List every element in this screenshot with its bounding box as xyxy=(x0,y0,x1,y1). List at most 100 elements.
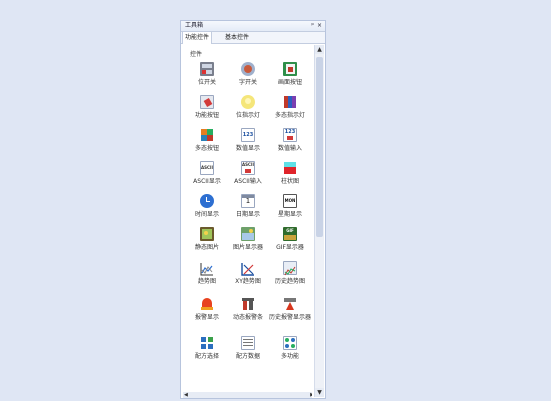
tool-recipe-data[interactable]: 配方数据 xyxy=(226,336,270,360)
alarm-bar-icon xyxy=(241,297,255,311)
history-trend-icon xyxy=(283,261,297,276)
tool-multistate-button[interactable]: 多态按钮 xyxy=(185,128,229,152)
tool-recipe-select[interactable]: 配方选择 xyxy=(185,336,229,360)
tool-multistate-lamp[interactable]: 多态指示灯 xyxy=(268,95,312,119)
weekday-text: MON xyxy=(284,198,296,203)
function-button-icon xyxy=(200,95,214,109)
tool-label: 静态图片 xyxy=(194,244,219,251)
tool-label: 图片显示器 xyxy=(232,244,263,251)
ascii-display-icon: ASCII xyxy=(200,161,214,175)
tool-numeric-input[interactable]: 123 数值输入 xyxy=(268,128,312,152)
numeric-text: 123 xyxy=(284,129,296,135)
tool-weekday-display[interactable]: MON 星期显示 xyxy=(268,194,312,218)
scrollbar-thumb[interactable] xyxy=(316,57,323,237)
tool-bit-lamp[interactable]: 位指示灯 xyxy=(226,95,270,119)
tab-basic-controls[interactable]: 基本控件 xyxy=(223,32,251,43)
tool-static-image[interactable]: 静态图片 xyxy=(185,227,229,251)
image-viewer-icon xyxy=(241,227,255,241)
tool-gif-viewer[interactable]: GIF GIF显示器 xyxy=(268,227,312,251)
tool-ascii-display[interactable]: ASCII ASCII显示 xyxy=(185,161,229,185)
tool-label: 画面按钮 xyxy=(277,79,302,86)
recipe-select-icon xyxy=(200,336,214,350)
alarm-display-icon xyxy=(200,297,214,311)
tool-xy-trend[interactable]: XY趋势图 xyxy=(226,261,270,285)
bit-switch-icon xyxy=(200,62,214,76)
tool-label: 日期显示 xyxy=(235,211,260,218)
bar-graph-icon xyxy=(283,161,297,175)
tool-label: 配方数据 xyxy=(235,353,260,360)
scroll-down-icon[interactable]: ▼ xyxy=(315,388,324,397)
tab-function-controls[interactable]: 功能控件 xyxy=(182,31,213,44)
tool-label: 多功能 xyxy=(280,353,299,360)
tool-label: ASCII输入 xyxy=(234,178,262,185)
xy-trend-icon xyxy=(241,261,255,276)
tool-label: 趋势图 xyxy=(197,278,216,285)
scroll-up-icon[interactable]: ▲ xyxy=(315,45,324,54)
clock-icon xyxy=(200,194,214,208)
static-image-icon xyxy=(200,227,214,241)
date-text: 1 xyxy=(245,197,251,205)
tool-label: 星期显示 xyxy=(277,211,302,218)
tool-label: 位开关 xyxy=(197,79,216,86)
tool-numeric-display[interactable]: 123 数值显示 xyxy=(226,128,270,152)
tool-alarm-display[interactable]: 报警显示 xyxy=(185,297,229,321)
toolbox-panel: 工具箱 ᵖ × 功能控件 基本控件 控件 位开关 字开关 画面按钮 功能按钮 位… xyxy=(180,20,326,399)
group-header: 控件 xyxy=(190,51,203,58)
tool-history-alarm[interactable]: 历史报警显示器 xyxy=(268,297,312,321)
tool-label: 功能按钮 xyxy=(194,112,219,119)
horizontal-scrollbar[interactable]: ◀ ▶ xyxy=(183,392,312,398)
tool-label: 字开关 xyxy=(238,79,257,86)
tool-ascii-input[interactable]: ASCII ASCII输入 xyxy=(226,161,270,185)
ascii-text: ASCII xyxy=(201,165,213,170)
scroll-left-icon[interactable]: ◀ xyxy=(184,392,188,398)
tool-label: 多态按钮 xyxy=(194,145,219,152)
tool-image-viewer[interactable]: 图片显示器 xyxy=(226,227,270,251)
trend-chart-icon xyxy=(200,261,214,276)
scroll-right-icon[interactable]: ▶ xyxy=(310,392,312,398)
multistate-lamp-icon xyxy=(283,95,297,109)
gif-text: GIF xyxy=(286,228,294,233)
tool-label: 位指示灯 xyxy=(235,112,260,119)
weekday-icon: MON xyxy=(283,194,297,208)
word-switch-icon xyxy=(241,62,255,76)
numeric-text: 123 xyxy=(242,132,254,138)
numeric-display-icon: 123 xyxy=(241,128,255,142)
tool-label: 历史报警显示器 xyxy=(268,314,311,321)
toolbox-tabs: 功能控件 基本控件 xyxy=(181,31,325,44)
tool-word-switch[interactable]: 字开关 xyxy=(226,62,270,86)
tool-trend-chart[interactable]: 趋势图 xyxy=(185,261,229,285)
multifunction-icon xyxy=(283,336,297,350)
tool-time-display[interactable]: 时间显示 xyxy=(185,194,229,218)
tool-function-button[interactable]: 功能按钮 xyxy=(185,95,229,119)
tool-label: 历史趋势图 xyxy=(274,278,305,285)
history-alarm-icon xyxy=(283,297,297,311)
tool-date-display[interactable]: 1 日期显示 xyxy=(226,194,270,218)
tool-multifunction[interactable]: 多功能 xyxy=(268,336,312,360)
gif-viewer-icon: GIF xyxy=(283,227,297,241)
numeric-input-icon: 123 xyxy=(283,128,297,142)
multistate-button-icon xyxy=(200,128,214,142)
xy-trend-svg xyxy=(241,263,254,276)
tool-label: 数值显示 xyxy=(235,145,260,152)
tool-label: 数值输入 xyxy=(277,145,302,152)
tool-alarm-bar[interactable]: 动态报警条 xyxy=(226,297,270,321)
trend-chart-svg xyxy=(200,263,213,276)
tool-label: GIF显示器 xyxy=(276,244,304,251)
vertical-scrollbar[interactable]: ▲ ▼ xyxy=(314,45,324,397)
ascii-input-icon: ASCII xyxy=(241,161,255,175)
tool-label: 时间显示 xyxy=(194,211,219,218)
calendar-icon: 1 xyxy=(241,194,255,208)
screen-button-icon xyxy=(283,62,297,76)
tool-label: 动态报警条 xyxy=(232,314,263,321)
toolbox-content: 控件 位开关 字开关 画面按钮 功能按钮 位指示灯 多态指示灯 多态按钮 123… xyxy=(182,45,312,399)
tool-history-trend[interactable]: 历史趋势图 xyxy=(268,261,312,285)
close-icon[interactable]: × xyxy=(317,21,322,31)
tool-bar-graph[interactable]: 柱状图 xyxy=(268,161,312,185)
tool-label: XY趋势图 xyxy=(235,278,261,285)
pin-icon[interactable]: ᵖ xyxy=(311,21,314,31)
tool-label: 柱状图 xyxy=(280,178,299,185)
tool-screen-button[interactable]: 画面按钮 xyxy=(268,62,312,86)
tool-label: 报警显示 xyxy=(194,314,219,321)
tool-bit-switch[interactable]: 位开关 xyxy=(185,62,229,86)
toolbox-title: 工具箱 xyxy=(185,22,204,29)
